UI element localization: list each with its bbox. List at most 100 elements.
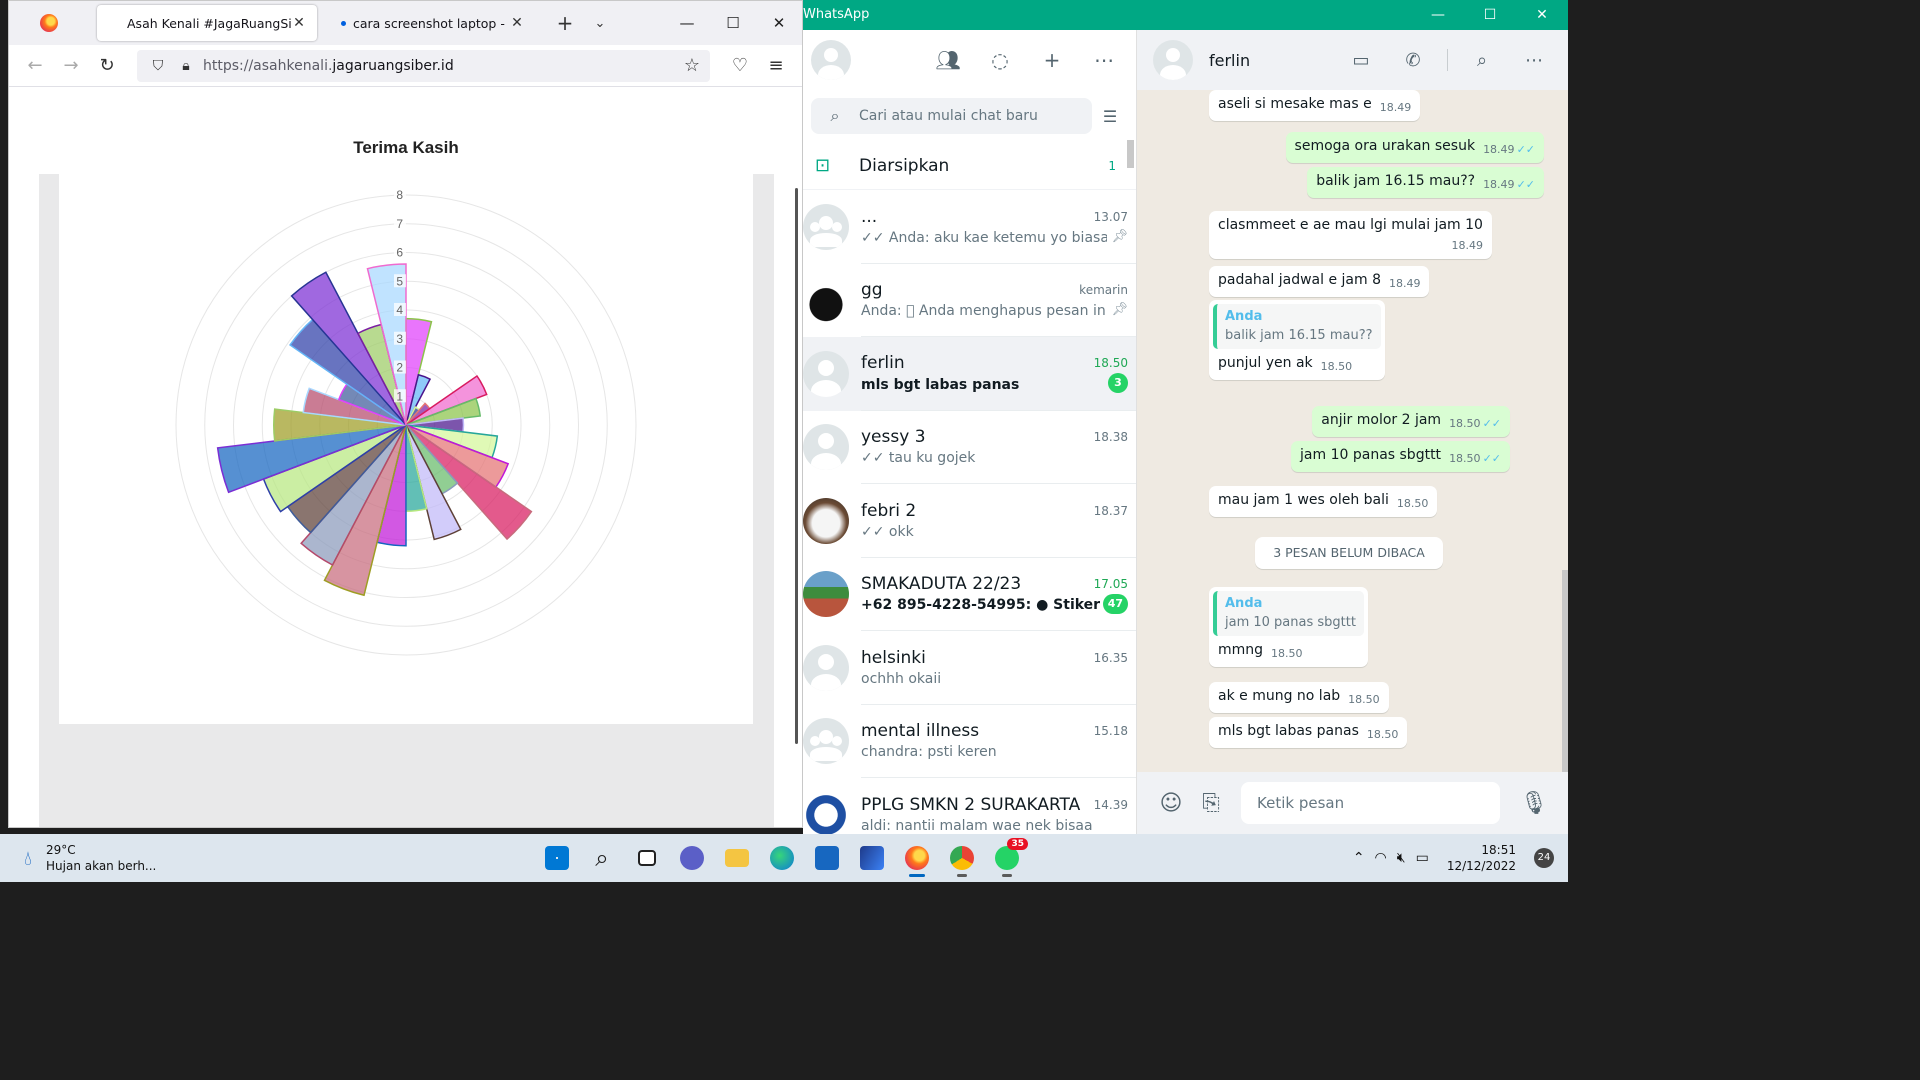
chat-time: 17.05 xyxy=(1093,576,1128,591)
chat-preview: chandra: psti keren xyxy=(861,744,997,761)
search-button[interactable]: ⌕ xyxy=(585,841,619,875)
whatsapp-button[interactable]: 35 xyxy=(990,838,1028,877)
chat-list-item[interactable]: ferlin 18.50 mls bgt labas panas 3 xyxy=(803,337,1136,411)
chat-avatar xyxy=(803,791,849,834)
message-text: mau jam 1 wes oleh bali xyxy=(1218,492,1389,508)
store-button[interactable] xyxy=(810,841,844,875)
chat-list-item[interactable]: gg kemarin Anda: ⃠ Anda menghapus pesan in… xyxy=(803,264,1136,337)
incoming-message[interactable]: mau jam 1 wes oleh bali 18.50 xyxy=(1209,486,1438,517)
communities-icon[interactable]: 👥︎ xyxy=(932,48,964,72)
maximize-button[interactable]: ☐ xyxy=(710,1,756,45)
bookmark-star-icon[interactable]: ☆ xyxy=(684,55,700,76)
minimize-button[interactable]: — xyxy=(664,1,710,45)
outgoing-message[interactable]: jam 10 panas sbgttt 18.50 ✓✓ xyxy=(1291,441,1510,472)
close-window-button[interactable]: ✕ xyxy=(1516,0,1568,30)
chat-list-item[interactable]: febri 2 18.37 ✓✓ okk xyxy=(803,484,1136,558)
chevron-up-icon[interactable]: ⌃ xyxy=(1353,850,1365,866)
forward-button[interactable]: → xyxy=(53,50,89,82)
file-explorer-button[interactable] xyxy=(720,841,754,875)
chat-list-item[interactable]: SMAKADUTA 22/23 17.05 +62 895-4228-54995: … xyxy=(803,558,1136,631)
search-icon[interactable]: ⌕ xyxy=(1464,50,1500,71)
wifi-icon[interactable]: ◠ xyxy=(1375,850,1387,866)
chat-list-item[interactable]: PPLG SMKN 2 SURAKARTA 14.39 aldi: nantii m… xyxy=(803,778,1136,834)
microphone-icon[interactable]: 🎙︎ xyxy=(1514,791,1554,816)
search-input[interactable]: ⌕ Cari atau mulai chat baru xyxy=(811,98,1092,134)
archived-row[interactable]: ⊡ Diarsipkan 1 xyxy=(803,142,1136,190)
clock[interactable]: 18:51 12/12/2022 xyxy=(1447,842,1516,874)
quoted-message[interactable]: Anda jam 10 panas sbgttt xyxy=(1213,591,1364,636)
outgoing-message[interactable]: balik jam 16.15 mau?? 18.49 ✓✓ xyxy=(1307,167,1544,198)
url-bar[interactable]: ⛉ 🔒︎ https://asahkenali. jagaruangsiber.i… xyxy=(137,49,710,82)
running-indicator xyxy=(909,874,925,877)
back-button[interactable]: ← xyxy=(17,50,53,82)
maximize-button[interactable]: ☐ xyxy=(1464,0,1516,30)
incoming-message[interactable]: ak e mung no lab 18.50 xyxy=(1209,682,1389,713)
incoming-message[interactable]: clasmmeet e ae mau lgi mulai jam 10 18.49 xyxy=(1209,211,1492,259)
quoted-message[interactable]: Anda balik jam 16.15 mau?? xyxy=(1213,304,1381,349)
video-call-icon[interactable]: ▭ xyxy=(1343,50,1379,71)
list-all-tabs-button[interactable]: ⌄ xyxy=(585,16,615,31)
message-time: 18.49 ✓✓ xyxy=(1483,143,1535,156)
close-tab-icon[interactable]: ✕ xyxy=(509,15,525,31)
new-chat-icon[interactable]: + xyxy=(1036,48,1068,72)
quoted-author: Anda xyxy=(1225,309,1263,324)
url-domain: jagaruangsiber.id xyxy=(332,57,454,74)
page-scrollbar[interactable] xyxy=(795,188,798,744)
lock-icon[interactable]: 🔒︎ xyxy=(175,58,197,74)
outgoing-message[interactable]: anjir molor 2 jam 18.50 ✓✓ xyxy=(1312,406,1510,437)
edge-button[interactable] xyxy=(765,841,799,875)
conversation-scrollbar[interactable] xyxy=(1562,570,1568,800)
task-view-button[interactable] xyxy=(630,841,664,875)
weather-widget[interactable]: 💧︎ 29°C Hujan akan berh... xyxy=(24,842,156,874)
emoji-icon[interactable]: ☺ xyxy=(1151,791,1191,816)
incoming-message[interactable]: aseli si mesake mas e 18.49 xyxy=(1209,90,1421,121)
app-button[interactable] xyxy=(855,841,889,875)
tab-title: cara screenshot laptop - Peneli xyxy=(353,15,509,31)
conversation-header[interactable]: ferlin ▭ ✆ ⌕ ⋯ xyxy=(1137,30,1568,90)
taskbar: 💧︎ 29°C Hujan akan berh... ⌕ 35 ⌃ ◠ 🔇︎ ▭… xyxy=(0,834,1568,882)
firefox-button[interactable] xyxy=(900,841,934,877)
menu-icon[interactable]: ⋯ xyxy=(1516,50,1552,71)
tab-asah-kenali[interactable]: Asah Kenali #JagaRuangSiber ✕ xyxy=(97,5,317,41)
whatsapp-badge: 35 xyxy=(1007,838,1028,850)
notification-count[interactable]: 24 xyxy=(1534,848,1554,868)
minimize-button[interactable]: — xyxy=(1412,0,1464,30)
incoming-message[interactable]: mls bgt labas panas 18.50 xyxy=(1209,717,1408,748)
voice-call-icon[interactable]: ✆ xyxy=(1395,50,1431,71)
message-time: 18.49 ✓✓ xyxy=(1483,178,1535,191)
tab-cara-screenshot[interactable]: cara screenshot laptop - Peneli ✕ xyxy=(323,5,535,41)
chat-button[interactable] xyxy=(675,841,709,875)
attach-icon[interactable]: ⎘ xyxy=(1191,791,1231,816)
filter-icon[interactable]: ☰ xyxy=(1092,107,1128,126)
status-icon[interactable]: ◌ xyxy=(984,48,1016,72)
battery-icon[interactable]: ▭ xyxy=(1416,850,1429,866)
menu-icon[interactable]: ≡ xyxy=(758,50,794,82)
chat-list-item[interactable]: yessy 3 18.38 ✓✓ tau ku gojek xyxy=(803,411,1136,484)
start-button[interactable] xyxy=(540,841,574,875)
chat-list-item[interactable]: mental illness 15.18 chandra: psti keren xyxy=(803,705,1136,778)
reload-button[interactable]: ↻ xyxy=(89,50,125,82)
close-window-button[interactable]: ✕ xyxy=(756,1,802,45)
outgoing-message[interactable]: semoga ora urakan sesuk 18.49 ✓✓ xyxy=(1285,132,1544,163)
running-indicator xyxy=(1002,874,1012,877)
search-bar: ⌕ Cari atau mulai chat baru ☰ xyxy=(803,90,1136,142)
chat-list-item[interactable]: ... 13.07 ✓✓ Anda: aku kae ketemu yo biasa… xyxy=(803,190,1136,264)
incoming-message[interactable]: padahal jadwal e jam 8 18.49 xyxy=(1209,266,1430,297)
new-tab-button[interactable]: + xyxy=(545,11,585,35)
chat-list-scrollbar[interactable] xyxy=(1127,140,1134,168)
message-input[interactable]: Ketik pesan xyxy=(1241,782,1500,824)
incoming-message[interactable]: Anda balik jam 16.15 mau?? punjul yen ak 18… xyxy=(1209,300,1385,380)
chrome-button[interactable] xyxy=(945,841,979,877)
quoted-text: jam 10 panas sbgttt xyxy=(1225,615,1356,630)
contact-avatar[interactable] xyxy=(1153,40,1193,80)
shield-icon[interactable]: ⛉ xyxy=(147,58,169,74)
my-avatar[interactable] xyxy=(811,40,851,80)
chat-list-item[interactable]: helsinki 16.35 ochhh okaii xyxy=(803,631,1136,705)
speaker-muted-icon[interactable]: 🔇︎ xyxy=(1397,850,1406,866)
firefox-view-button[interactable] xyxy=(9,1,89,45)
incoming-message[interactable]: Anda jam 10 panas sbgttt mmng 18.50 xyxy=(1209,587,1368,667)
contact-name[interactable]: ferlin xyxy=(1209,51,1250,70)
menu-icon[interactable]: ⋯ xyxy=(1088,48,1120,72)
pocket-icon[interactable]: ♡ xyxy=(722,50,758,82)
close-tab-icon[interactable]: ✕ xyxy=(291,15,307,31)
